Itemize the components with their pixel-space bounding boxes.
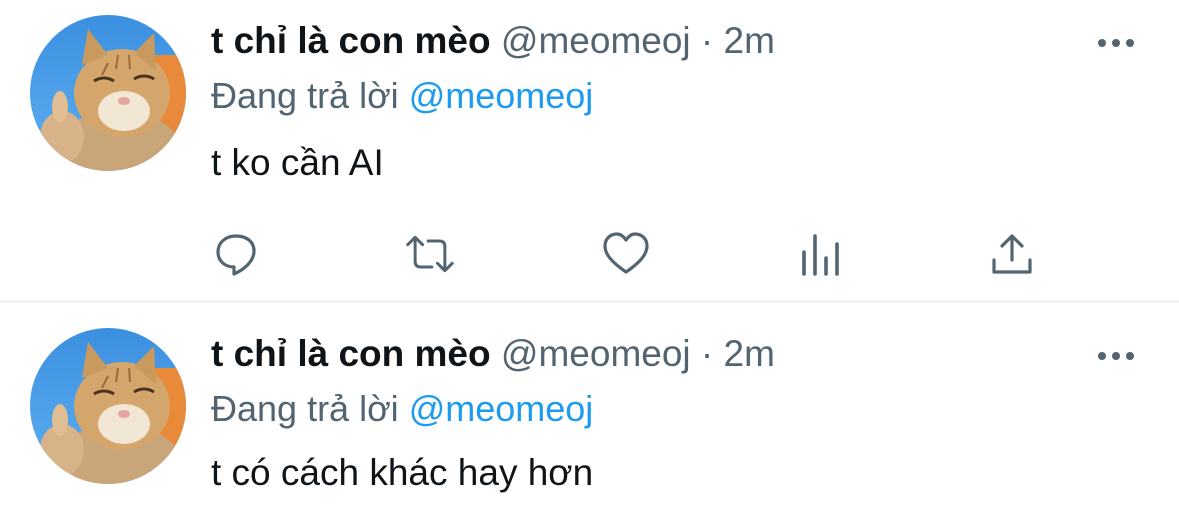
separator-dot: · (700, 20, 714, 61)
more-options-icon[interactable] (1096, 349, 1136, 363)
tweet-actions (0, 228, 1179, 280)
more-options-icon[interactable] (1096, 36, 1136, 50)
tweet[interactable]: t chỉ là con mèo @meomeoj · 2m Đang trả … (0, 0, 1179, 300)
display-name[interactable]: t chỉ là con mèo (211, 333, 491, 374)
reply-prefix: Đang trả lời (211, 75, 399, 116)
tweet-header: t chỉ là con mèo @meomeoj · 2m (211, 20, 775, 62)
retweet-button[interactable] (404, 228, 456, 280)
retweet-icon (406, 235, 454, 273)
avatar[interactable] (30, 328, 186, 484)
reply-button[interactable] (210, 228, 262, 280)
avatar[interactable] (30, 15, 186, 171)
cat-avatar-icon (30, 328, 186, 484)
user-handle[interactable]: @meomeoj (501, 20, 691, 61)
tweet-text: t ko cần AI (211, 142, 384, 183)
analytics-icon (802, 234, 839, 276)
reply-prefix: Đang trả lời (211, 388, 399, 429)
share-button[interactable] (986, 228, 1038, 280)
reply-icon (216, 234, 256, 276)
user-handle[interactable]: @meomeoj (501, 333, 691, 374)
reply-mention-link[interactable]: @meomeoj (409, 388, 594, 429)
reply-context: Đang trả lời @meomeoj (211, 75, 593, 117)
timestamp[interactable]: 2m (724, 333, 775, 374)
tweet-text: t có cách khác hay hơn (211, 452, 594, 493)
like-button[interactable] (600, 228, 652, 280)
reply-mention-link[interactable]: @meomeoj (409, 75, 594, 116)
like-icon (603, 232, 649, 274)
analytics-button[interactable] (794, 228, 846, 280)
timestamp[interactable]: 2m (724, 20, 775, 61)
cat-avatar-icon (30, 15, 186, 171)
separator-dot: · (700, 333, 714, 374)
share-icon (992, 234, 1032, 274)
tweet-header: t chỉ là con mèo @meomeoj · 2m (211, 333, 775, 375)
reply-context: Đang trả lời @meomeoj (211, 388, 593, 430)
display-name[interactable]: t chỉ là con mèo (211, 20, 491, 61)
